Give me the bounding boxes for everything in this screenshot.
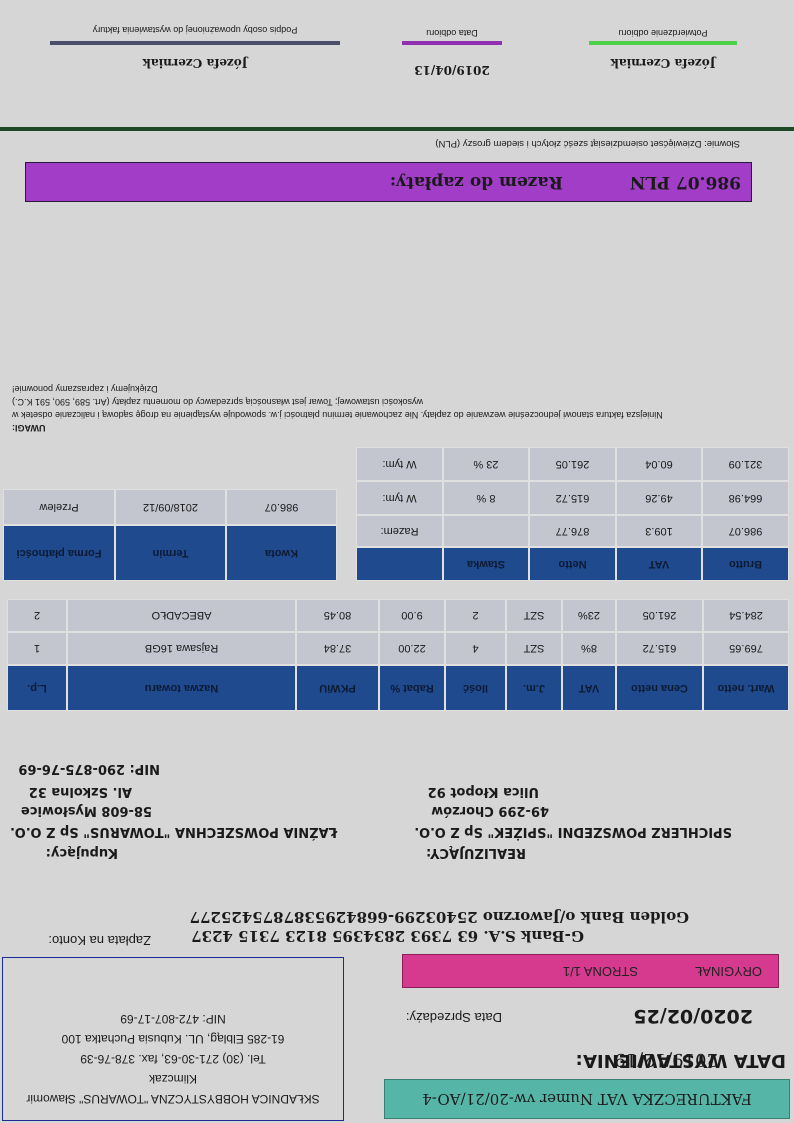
original-bar: ORYGINAŁ STRONA 1/1 [402, 954, 779, 988]
items-header-discount: Rabat % [379, 665, 445, 711]
pay-header-term: Termin [115, 525, 226, 581]
items-header-qty: Ilość [445, 665, 506, 711]
items-header-vat: VAT [562, 665, 616, 711]
bank-account-1: G-Bank S.A. 63 7393 2834395 8123 7315 42… [191, 927, 584, 945]
sale-date: 2020/02/25 [633, 1005, 753, 1027]
issuer-name-2: Klimczak [149, 1072, 198, 1086]
items-header-unit: J.m. [506, 665, 562, 711]
table-cell: 876.77 [529, 515, 616, 547]
vat-header-rate: Stawka [443, 547, 529, 581]
table-cell: 261.05 [529, 447, 616, 481]
buyer-name: ŁAŹNIA POWSZECHNA "TOWARUS" Sp Z O.O. [10, 824, 337, 839]
notes-line-1: Niniejsza faktura stanowi jednocześnie w… [12, 410, 663, 420]
table-cell: 615.72 [616, 632, 703, 665]
table-cell: 8 % [443, 481, 529, 515]
total-value: 986.07 PLN [629, 172, 741, 192]
total-label: Razem do zapłaty: [389, 172, 563, 192]
table-cell: 8% [562, 632, 616, 665]
table-cell: 261.05 [616, 599, 703, 632]
table-cell: 80.45 [296, 599, 379, 632]
buyer-title: Kupujący: [45, 845, 118, 860]
page-number: STRONA 1/1 [562, 964, 638, 979]
items-header-price: Cena netto [616, 665, 703, 711]
pay-header-amount: Kwota [226, 525, 337, 581]
table-cell: 4 [445, 632, 506, 665]
table-cell: 664.98 [702, 481, 789, 515]
original-label: ORYGINAŁ [695, 964, 762, 979]
invoice-title: FAKTURECZKA VAT Numer vw-20/21/AO-4 [384, 1079, 790, 1119]
table-cell: 986.07 [226, 489, 337, 525]
vat-header-vat: VAT [616, 547, 702, 581]
table-cell: ABECADŁO [67, 599, 296, 632]
seller-street: Ulica Kłopot 92 [427, 784, 539, 799]
divider-line [0, 127, 794, 131]
issuer-address: 61-285 Elbląg, UL. Kubusia Puchatka 100 [61, 1032, 285, 1046]
vat-header-netto: Netto [529, 547, 616, 581]
notes-line-3: Dziękujemy i zapraszamy ponownie! [12, 384, 158, 394]
table-cell: 986.07 [702, 515, 789, 547]
items-header-lp: L.p. [7, 665, 67, 711]
table-cell: 22.00 [379, 632, 445, 665]
signature-line-authorized [50, 41, 340, 45]
table-cell: 321.09 [702, 447, 789, 481]
receipt-label: Potwierdzenie odbioru [618, 28, 708, 38]
table-cell: 1 [7, 632, 67, 665]
table-cell: W tym: [356, 481, 443, 515]
buyer-street: Al. Szkolna 32 [28, 784, 132, 799]
issue-date: 2019/12/19 [614, 1049, 718, 1070]
seller-title: REALIZUJĄCY: [426, 845, 526, 860]
table-cell: 49.26 [616, 481, 702, 515]
authorized-name: Józefa Czerniak [142, 56, 248, 70]
receipt-date: 2019/04/13 [414, 63, 490, 77]
buyer-city: 58-608 Mysłowice [20, 803, 152, 818]
seller-name: SPICHLERZ POWSZEDNI "SPIŻEK" Sp Z O.O. [414, 824, 732, 839]
items-header-value: Wart. netto [703, 665, 789, 711]
table-cell: 2 [445, 599, 506, 632]
receipt-date-label: Data odbioru [426, 28, 478, 38]
table-cell: 23% [562, 599, 616, 632]
issuer-name: SKŁADNICA HOBBYSTYCZNA "TOWARUS" Sławomi… [26, 1092, 320, 1106]
issuer-nip: NIP: 472-807-17-69 [120, 1012, 226, 1026]
table-cell: 23 % [443, 447, 529, 481]
table-cell: SZT [506, 632, 562, 665]
table-cell: 9.00 [379, 599, 445, 632]
table-cell: 2018/09/12 [115, 489, 226, 525]
table-cell: 37.84 [296, 632, 379, 665]
bank-account-2: Golden Bank o/Jaworzno 25403299-66842953… [189, 908, 689, 926]
signature-line-date [402, 41, 502, 45]
notes-title: UWAGI: [12, 423, 46, 433]
total-in-words: Słownie: Dziewięćset osiemdziesiąt sześć… [435, 138, 740, 149]
authorized-label: Podpis osoby upoważnionej do wystawienia… [92, 25, 298, 35]
table-cell: 284.54 [703, 599, 789, 632]
items-header-name: Nazwa towaru [67, 665, 296, 711]
items-header-pkwiu: PKWiU [296, 665, 379, 711]
seller-city: 49-299 Chorzów [431, 803, 549, 818]
table-cell: 769.65 [703, 632, 789, 665]
notes-line-2: wysokości ustawowej; Towar jest własnośc… [12, 397, 424, 407]
table-cell: W tym: [356, 447, 443, 481]
vat-header-brutto: Brutto [702, 547, 789, 581]
table-cell: Przelew [3, 489, 115, 525]
table-cell: 615.72 [529, 481, 616, 515]
table-cell: Rajsawa 16GB [67, 632, 296, 665]
pay-header-method: Forma płatności [3, 525, 115, 581]
table-cell: 60.04 [616, 447, 702, 481]
table-cell: 109.3 [616, 515, 702, 547]
table-cell: Razem: [356, 515, 443, 547]
buyer-nip: NIP: 290-875-76-69 [18, 761, 160, 776]
receipt-name: Józefa Czerniak [610, 56, 716, 70]
sale-date-label: Data Sprzedaży: [405, 1010, 502, 1025]
issuer-phone: Tel. (30) 271-30-63, fax. 378-76-39 [80, 1052, 266, 1066]
issuer-box: SKŁADNICA HOBBYSTYCZNA "TOWARUS" Sławomi… [2, 957, 344, 1121]
table-cell: 2 [7, 599, 67, 632]
total-bar: 986.07 PLN Razem do zapłaty: [25, 162, 752, 202]
vat-header-blank [356, 547, 443, 581]
table-cell: SZT [506, 599, 562, 632]
signature-line-receipt [589, 41, 737, 45]
table-cell [443, 515, 529, 547]
payment-label: Zapłata na Konto: [48, 933, 151, 948]
